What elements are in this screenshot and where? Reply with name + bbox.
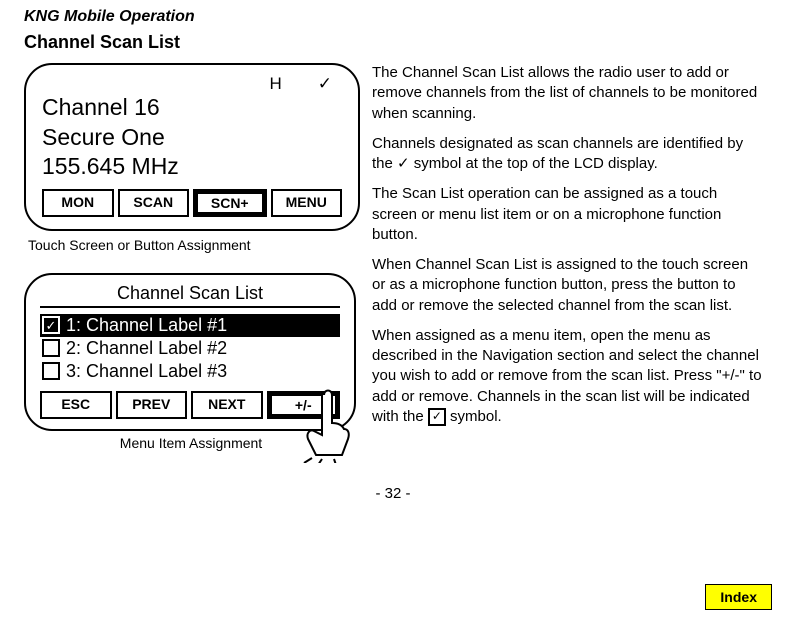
softkey-prev[interactable]: PREV [116, 391, 188, 419]
checkbox-empty-icon [42, 339, 60, 357]
scanlist-item-label: 3: Channel Label #3 [66, 361, 227, 382]
softkey-scan[interactable]: SCAN [118, 189, 190, 217]
softkey-plusminus[interactable]: +/- [267, 391, 341, 419]
scanlist-item[interactable]: 3: Channel Label #3 [40, 360, 340, 383]
softkey-scn-plus[interactable]: SCN+ [193, 189, 267, 217]
paragraph: The Channel Scan List allows the radio u… [372, 63, 762, 124]
lcd-frequency: 155.645 MHz [42, 153, 342, 181]
lcd-secure-mode: Secure One [42, 124, 342, 152]
lcd-display-scanlist: Channel Scan List ✓ 1: Channel Label #1 … [24, 273, 356, 431]
paragraph: When Channel Scan List is assigned to th… [372, 255, 762, 316]
page-number: - 32 - [24, 485, 762, 502]
softkey-esc[interactable]: ESC [40, 391, 112, 419]
softkey-mon[interactable]: MON [42, 189, 114, 217]
scanlist-item[interactable]: 2: Channel Label #2 [40, 337, 340, 360]
checkbox-checked-icon: ✓ [428, 408, 446, 426]
softkey-menu[interactable]: MENU [271, 189, 343, 217]
check-icon: ✓ [397, 155, 410, 172]
paragraph: When assigned as a menu item, open the m… [372, 326, 762, 427]
checkbox-empty-icon [42, 362, 60, 380]
lcd2-caption: Menu Item Assignment [28, 435, 354, 451]
lcd-display-main: H ✓ Channel 16 Secure One 155.645 MHz MO… [24, 63, 360, 231]
scanlist-item-label: 1: Channel Label #1 [66, 315, 227, 336]
lcd-channel-name: Channel 16 [42, 94, 342, 122]
paragraph: Channels designated as scan channels are… [372, 134, 762, 175]
index-button[interactable]: Index [705, 584, 772, 610]
paragraph: The Scan List operation can be assigned … [372, 184, 762, 245]
scan-check-icon: ✓ [318, 75, 332, 92]
lcd1-caption: Touch Screen or Button Assignment [28, 237, 354, 253]
body-text: The Channel Scan List allows the radio u… [372, 63, 762, 471]
section-title: Channel Scan List [24, 32, 762, 53]
scanlist-title: Channel Scan List [40, 283, 340, 308]
scanlist-item-label: 2: Channel Label #2 [66, 338, 227, 359]
indicator-h: H [269, 75, 281, 92]
scanlist-item[interactable]: ✓ 1: Channel Label #1 [40, 314, 340, 337]
checkbox-checked-icon: ✓ [42, 316, 60, 334]
doc-title: KNG Mobile Operation [24, 8, 762, 26]
softkey-next[interactable]: NEXT [191, 391, 263, 419]
